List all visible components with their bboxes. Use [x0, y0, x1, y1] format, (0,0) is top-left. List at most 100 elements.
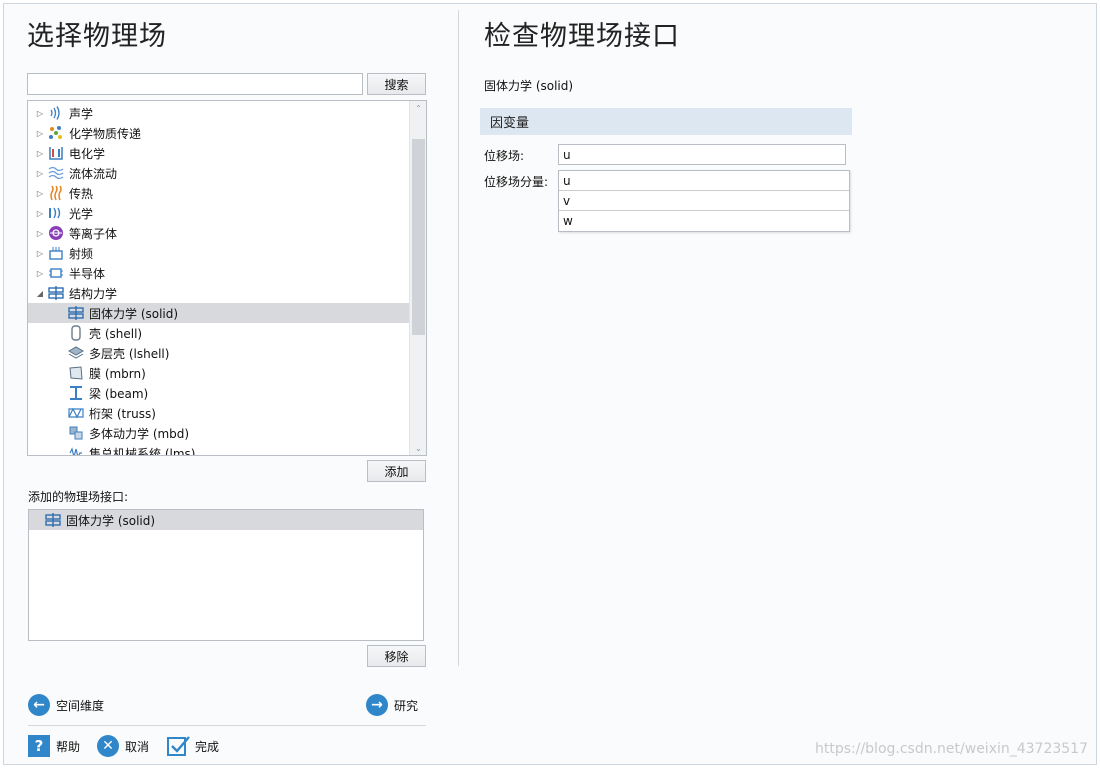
collapsed-triangle-icon[interactable]: ▷ [35, 148, 45, 158]
fluid-flow-icon [48, 165, 64, 181]
added-interfaces-label: 添加的物理场接口: [28, 490, 129, 504]
dialog-frame: 选择物理场 搜索 ▷ 声学 ▷ 化学物质传递 ▷ 电化学 ▷ 流体流动 ▷ 传热 ▷ 光学 ▷ 等离子体 ▷… [3, 3, 1097, 765]
scroll-down-icon[interactable]: ⌄ [410, 441, 426, 455]
tree-item-label: 传热 [69, 186, 94, 201]
displacement-components-label: 位移场分量: [484, 175, 549, 189]
displacement-components-table[interactable]: u v w [558, 170, 850, 232]
membrane-icon [68, 365, 84, 381]
heat-transfer-icon [48, 185, 64, 201]
tree-item-label: 化学物质传递 [69, 126, 142, 141]
remove-button[interactable]: 移除 [367, 645, 426, 667]
back-nav-label: 空间维度 [56, 698, 105, 713]
tree-item[interactable]: ▷多体动力学 (mbd) [28, 423, 409, 443]
displacement-field-input[interactable]: u [558, 144, 846, 165]
rf-icon [48, 245, 64, 261]
added-item-label: 固体力学 (solid) [66, 513, 156, 528]
help-icon: ? [28, 735, 50, 757]
physics-tree[interactable]: ▷ 声学 ▷ 化学物质传递 ▷ 电化学 ▷ 流体流动 ▷ 传热 ▷ 光学 ▷ 等离子体 ▷ 射频 ▷ 半导体 ◢ 结构… [27, 100, 427, 456]
collapsed-triangle-icon[interactable]: ▷ [35, 188, 45, 198]
scroll-thumb[interactable] [412, 139, 425, 335]
divider [28, 725, 426, 726]
plasma-icon [48, 225, 64, 241]
tree-item[interactable]: ▷壳 (shell) [28, 323, 409, 343]
collapsed-triangle-icon[interactable]: ▷ [35, 208, 45, 218]
collapsed-triangle-icon[interactable]: ▷ [35, 128, 45, 138]
tree-item[interactable]: ▷ 半导体 [28, 263, 409, 283]
tree-item-label: 结构力学 [69, 286, 118, 301]
next-nav-button[interactable]: → 研究 [366, 694, 418, 716]
tree-item[interactable]: ▷ 等离子体 [28, 223, 409, 243]
close-icon: ✕ [97, 735, 119, 757]
collapsed-triangle-icon[interactable]: ▷ [35, 248, 45, 258]
tree-item[interactable]: ▷膜 (mbrn) [28, 363, 409, 383]
interface-name: 固体力学 (solid) [484, 79, 574, 93]
done-button[interactable]: 完成 [167, 735, 219, 757]
tree-item[interactable]: ▷多层壳 (lshell) [28, 343, 409, 363]
cancel-button[interactable]: ✕ 取消 [97, 735, 149, 757]
tree-item-label: 多体动力学 (mbd) [89, 426, 190, 441]
structural-mechanics-icon [48, 285, 64, 301]
component-v[interactable]: v [559, 191, 849, 211]
tree-item[interactable]: ▷ 声学 [28, 103, 409, 123]
tree-scrollbar[interactable]: ⌃ ⌄ [409, 101, 426, 455]
collapsed-triangle-icon[interactable]: ▷ [35, 268, 45, 278]
tree-item[interactable]: ▷固体力学 (solid) [28, 303, 409, 323]
optics-icon [48, 205, 64, 221]
component-w[interactable]: w [559, 211, 849, 231]
cancel-label: 取消 [125, 739, 150, 754]
tree-item[interactable]: ▷ 化学物质传递 [28, 123, 409, 143]
tree-item[interactable]: ▷梁 (beam) [28, 383, 409, 403]
tree-item[interactable]: ▷桁架 (truss) [28, 403, 409, 423]
semiconductor-icon [48, 265, 64, 281]
beam-icon [68, 385, 84, 401]
back-nav-button[interactable]: ← 空间维度 [28, 694, 104, 716]
help-button[interactable]: ? 帮助 [28, 735, 80, 757]
scroll-up-icon[interactable]: ⌃ [410, 101, 426, 115]
electrochemistry-icon [48, 145, 64, 161]
component-u[interactable]: u [559, 171, 849, 191]
lumped-mechanical-icon [68, 445, 84, 455]
dependent-variables-section[interactable]: 因变量 [480, 108, 852, 135]
collapsed-triangle-icon[interactable]: ▷ [35, 228, 45, 238]
left-panel: 选择物理场 搜索 ▷ 声学 ▷ 化学物质传递 ▷ 电化学 ▷ 流体流动 ▷ 传热 ▷ 光学 ▷ 等离子体 ▷… [4, 4, 458, 764]
search-input[interactable] [27, 73, 363, 95]
tree-item-label: 射频 [69, 246, 94, 261]
solid-mechanics-icon [68, 305, 84, 321]
checkmark-icon [167, 735, 191, 757]
tree-item-label: 光学 [69, 206, 94, 221]
review-title: 检查物理场接口 [484, 21, 680, 52]
tree-item[interactable]: ◢ 结构力学 [28, 283, 409, 303]
add-button[interactable]: 添加 [367, 460, 426, 482]
section-title: 因变量 [490, 116, 530, 131]
tree-item-label: 膜 (mbrn) [89, 366, 146, 381]
tree-item[interactable]: ▷集总机械系统 (lms) [28, 443, 409, 455]
displacement-field-label: 位移场: [484, 149, 525, 163]
arrow-left-icon: ← [28, 694, 50, 716]
expanded-triangle-icon[interactable]: ◢ [35, 288, 45, 298]
multibody-icon [68, 425, 84, 441]
added-interfaces-list[interactable]: 固体力学 (solid) [28, 509, 424, 641]
search-button[interactable]: 搜索 [367, 73, 426, 95]
collapsed-triangle-icon[interactable]: ▷ [35, 168, 45, 178]
collapsed-triangle-icon[interactable]: ▷ [35, 108, 45, 118]
tree-item-label: 梁 (beam) [89, 386, 149, 401]
acoustics-icon [48, 105, 64, 121]
solid-mechanics-icon [45, 512, 61, 528]
tree-item-label: 声学 [69, 106, 94, 121]
added-item[interactable]: 固体力学 (solid) [29, 510, 423, 530]
tree-item-label: 等离子体 [69, 226, 118, 241]
tree-item[interactable]: ▷ 流体流动 [28, 163, 409, 183]
tree-item[interactable]: ▷ 电化学 [28, 143, 409, 163]
layered-shell-icon [68, 345, 84, 361]
tree-item-label: 半导体 [69, 266, 106, 281]
help-label: 帮助 [56, 739, 81, 754]
shell-icon [68, 325, 84, 341]
tree-item-label: 多层壳 (lshell) [89, 346, 170, 361]
done-label: 完成 [195, 739, 220, 754]
tree-item-label: 固体力学 (solid) [89, 306, 179, 321]
tree-item[interactable]: ▷ 传热 [28, 183, 409, 203]
tree-item[interactable]: ▷ 射频 [28, 243, 409, 263]
right-panel: 检查物理场接口 固体力学 (solid) 因变量 位移场: u 位移场分量: u… [459, 4, 1096, 764]
tree-item-label: 流体流动 [69, 166, 118, 181]
tree-item[interactable]: ▷ 光学 [28, 203, 409, 223]
